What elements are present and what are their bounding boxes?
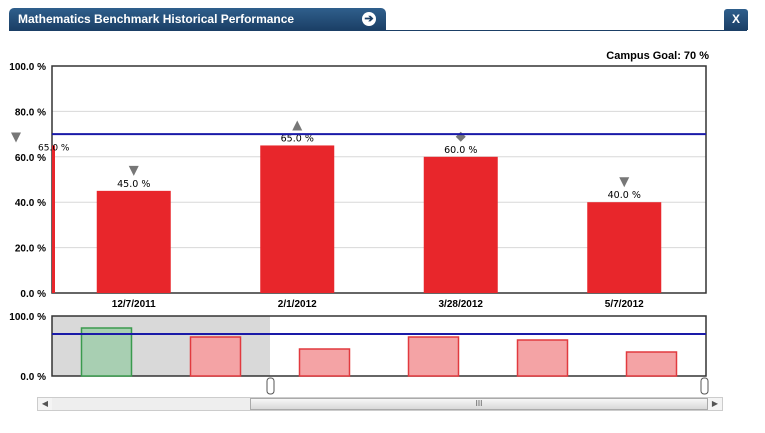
bar bbox=[423, 156, 498, 293]
x-tick-label: 2/1/2012 bbox=[278, 299, 317, 310]
y-tick-label: 80.0 % bbox=[15, 107, 46, 118]
bar bbox=[587, 202, 662, 293]
y-tick-label: 100.0 % bbox=[9, 62, 46, 73]
partial-bar bbox=[52, 145, 55, 293]
x-tick-label: 12/7/2011 bbox=[112, 299, 156, 310]
navigator-drag-handle[interactable] bbox=[700, 377, 709, 395]
y-tick-label: 60.0 % bbox=[15, 153, 46, 164]
up-triangle-icon bbox=[292, 120, 303, 131]
scroll-right-arrow-icon[interactable]: ▶ bbox=[708, 398, 722, 410]
down-triangle-icon bbox=[128, 165, 139, 176]
navigator-y-tick-label: 0.0 % bbox=[20, 372, 46, 383]
partial-bar-value-label: 65.0 % bbox=[38, 143, 70, 153]
partial-down-triangle-icon bbox=[11, 132, 21, 143]
bar bbox=[96, 190, 171, 293]
navigator-bar bbox=[80, 327, 133, 377]
benchmark-chart: Campus Goal: 70 % 0.0 % 20.0 % 40.0 % 60.0 %… bbox=[9, 50, 709, 395]
bar-value-label: 45.0 % bbox=[117, 179, 150, 190]
x-tick-label: 5/7/2012 bbox=[605, 299, 644, 310]
campus-goal-label: Campus Goal: 70 % bbox=[606, 50, 709, 62]
navigator-bar bbox=[298, 348, 351, 377]
scroll-left-arrow-icon[interactable]: ◀ bbox=[38, 398, 52, 410]
navigator-bar bbox=[407, 336, 460, 377]
navigator-bar bbox=[516, 339, 569, 377]
bar-value-label: 40.0 % bbox=[608, 190, 641, 201]
down-triangle-icon bbox=[619, 177, 630, 188]
bar-value-label: 60.0 % bbox=[444, 145, 477, 156]
bar bbox=[260, 145, 335, 293]
navigator-y-tick-label: 100.0 % bbox=[9, 312, 46, 323]
y-tick-label: 0.0 % bbox=[20, 289, 46, 300]
horizontal-scrollbar[interactable]: ◀ III ▶ bbox=[37, 397, 723, 411]
x-tick-label: 3/28/2012 bbox=[439, 299, 484, 310]
navigator-drag-handle[interactable] bbox=[266, 377, 275, 395]
y-tick-label: 20.0 % bbox=[15, 244, 46, 255]
navigator-bar bbox=[625, 351, 678, 377]
navigator-bar bbox=[189, 336, 242, 377]
scroll-thumb[interactable]: III bbox=[250, 398, 708, 410]
y-tick-label: 40.0 % bbox=[15, 198, 46, 209]
